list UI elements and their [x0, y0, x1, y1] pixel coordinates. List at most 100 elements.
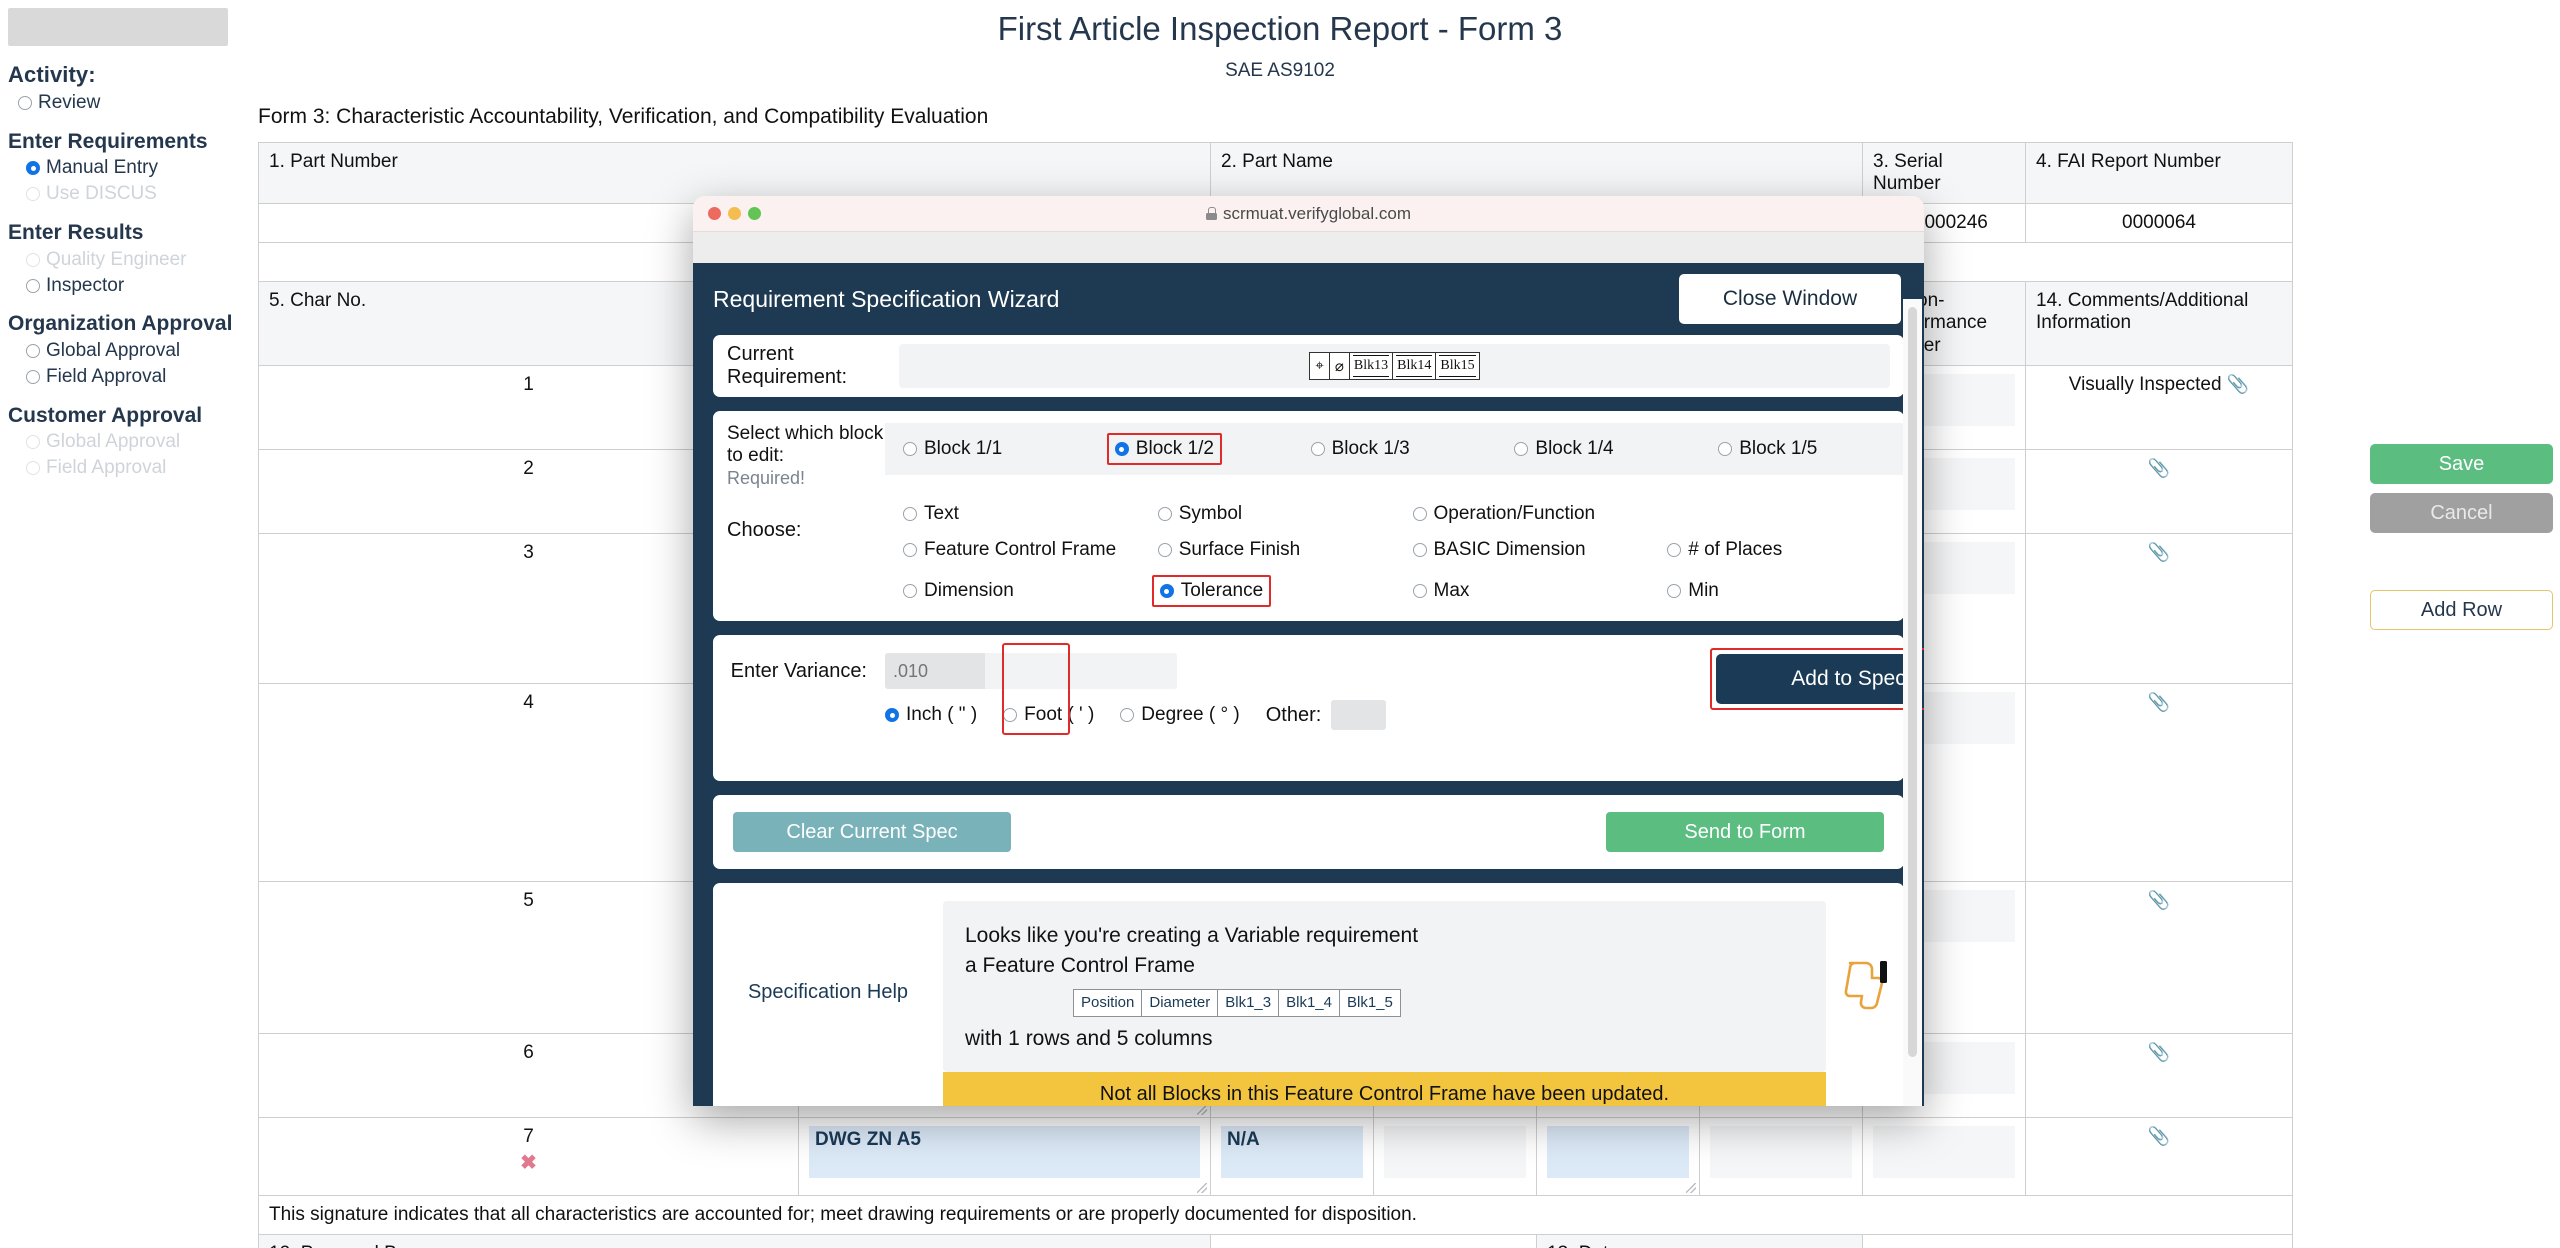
ref-location-input[interactable]: DWG ZN A5: [809, 1126, 1201, 1179]
close-window-button[interactable]: Close Window: [1679, 274, 1901, 324]
cell-requirement[interactable]: [1373, 1117, 1538, 1197]
radio-icon[interactable]: [1412, 584, 1427, 599]
radio-icon[interactable]: [903, 442, 917, 456]
type-option-symbol[interactable]: Symbol: [1140, 503, 1395, 525]
cell-comments[interactable]: 📎: [2025, 533, 2294, 685]
wizard-scrollbar-thumb[interactable]: [1908, 307, 1917, 1057]
paperclip-icon[interactable]: 📎: [2148, 1042, 2170, 1063]
sidebar-option-manual-entry[interactable]: Manual Entry: [8, 158, 236, 179]
cell-results[interactable]: [1536, 1117, 1701, 1197]
type-option-max[interactable]: Max: [1395, 575, 1650, 607]
add-to-spec-button[interactable]: Add to Spec: [1716, 654, 1924, 705]
sidebar-option-label: Review: [38, 92, 101, 113]
type-option-dimension[interactable]: Dimension: [885, 575, 1140, 607]
type-option-label: Operation/Function: [1433, 503, 1596, 525]
radio-icon[interactable]: [26, 369, 40, 384]
type-option-number-of-places[interactable]: # of Places: [1649, 539, 1904, 561]
radio-icon[interactable]: [18, 96, 32, 110]
requirement-input[interactable]: [1384, 1126, 1527, 1179]
add-row-button[interactable]: Add Row: [2370, 590, 2553, 630]
radio-icon[interactable]: [885, 708, 899, 723]
sidebar-option-review[interactable]: Review: [0, 92, 236, 114]
radio-icon[interactable]: [26, 161, 40, 176]
type-option-operation-function[interactable]: Operation/Function: [1395, 503, 1650, 525]
unit-option-inch[interactable]: Inch ( " ): [885, 704, 977, 726]
type-option-label: Surface Finish: [1178, 539, 1301, 561]
type-option-tolerance[interactable]: Tolerance: [1140, 575, 1395, 608]
type-option-min[interactable]: Min: [1649, 575, 1904, 607]
resize-grip-icon[interactable]: [1197, 1183, 1208, 1194]
cell-tooling[interactable]: [1699, 1117, 1864, 1197]
type-option-text[interactable]: Text: [885, 503, 1140, 525]
unit-option-degree[interactable]: Degree ( ° ): [1120, 704, 1240, 726]
type-option-basic-dimension[interactable]: BASIC Dimension: [1395, 539, 1650, 561]
unit-option-foot[interactable]: Foot ( ' ): [1003, 704, 1094, 726]
radio-icon[interactable]: [26, 344, 40, 358]
block-option-1-5[interactable]: Block 1/5: [1700, 438, 1904, 460]
paperclip-icon[interactable]: 📎: [2148, 1126, 2170, 1147]
cell-comments[interactable]: 📎: [2025, 1117, 2294, 1197]
nonconformance-input[interactable]: [1873, 1126, 2016, 1179]
radio-icon[interactable]: [1667, 584, 1682, 599]
paperclip-icon[interactable]: 📎: [2148, 692, 2170, 713]
block-option-1-2[interactable]: Block 1/2: [1089, 433, 1293, 465]
cell-comments[interactable]: Visually Inspected 📎: [2025, 365, 2294, 451]
cell-comments[interactable]: 📎: [2025, 683, 2294, 883]
type-option-surface-finish[interactable]: Surface Finish: [1140, 539, 1395, 561]
current-requirement-field[interactable]: ⌖ ⌀ Blk13 Blk14 Blk15: [899, 344, 1890, 388]
radio-icon[interactable]: [1667, 543, 1682, 558]
radio-icon[interactable]: [903, 584, 917, 599]
resize-grip-icon[interactable]: [1686, 1183, 1697, 1194]
block-option-1-3[interactable]: Block 1/3: [1293, 438, 1497, 460]
radio-icon[interactable]: [903, 507, 917, 522]
radio-icon[interactable]: [1157, 543, 1172, 558]
variance-input[interactable]: [885, 653, 985, 690]
variance-input-extension[interactable]: [985, 653, 1177, 690]
cell-comments[interactable]: 📎: [2025, 449, 2294, 535]
cell-nonconformance[interactable]: [1862, 1117, 2027, 1197]
sidebar-option-inspector[interactable]: Inspector: [8, 275, 236, 297]
type-option-feature-control-frame[interactable]: Feature Control Frame: [885, 539, 1140, 561]
radio-icon[interactable]: [1114, 442, 1129, 456]
cell-designator[interactable]: N/A: [1210, 1117, 1375, 1197]
send-to-form-button[interactable]: Send to Form: [1606, 812, 1884, 853]
block-option-1-4[interactable]: Block 1/4: [1496, 438, 1700, 460]
radio-icon[interactable]: [1310, 442, 1325, 456]
other-unit-input[interactable]: [1331, 700, 1387, 731]
cancel-button[interactable]: Cancel: [2370, 493, 2553, 533]
cell-ref-location[interactable]: DWG ZN A5: [797, 1117, 1212, 1197]
help-frame-cell-blk1-5: Blk1_5: [1346, 993, 1393, 1011]
radio-icon[interactable]: [1514, 442, 1529, 456]
designator-input[interactable]: N/A: [1221, 1126, 1364, 1179]
delete-row-icon[interactable]: ✖: [269, 1150, 788, 1175]
results-input[interactable]: [1547, 1126, 1690, 1179]
paperclip-icon[interactable]: 📎: [2148, 458, 2170, 479]
radio-icon[interactable]: [1157, 507, 1172, 522]
resize-grip-icon[interactable]: [1197, 1105, 1208, 1116]
sidebar-option-org-global-approval[interactable]: Global Approval: [8, 340, 236, 362]
radio-icon[interactable]: [1003, 708, 1018, 723]
cell-comments[interactable]: 📎: [2025, 881, 2294, 1035]
radio-icon[interactable]: [1159, 584, 1174, 599]
type-option-label: # of Places: [1688, 539, 1783, 561]
block-option-1-1[interactable]: Block 1/1: [885, 438, 1089, 460]
radio-icon[interactable]: [903, 543, 917, 558]
radio-icon[interactable]: [1412, 507, 1427, 522]
sidebar-option-label: Use DISCUS: [46, 183, 157, 205]
block-selector-row: Select which block to edit: Required! Bl…: [713, 423, 1904, 489]
clear-current-spec-button[interactable]: Clear Current Spec: [733, 812, 1011, 853]
paperclip-icon[interactable]: 📎: [2148, 542, 2170, 563]
cell-comments[interactable]: 📎: [2025, 1033, 2294, 1119]
tooling-input[interactable]: [1710, 1126, 1853, 1179]
sidebar-option-org-field-approval[interactable]: Field Approval: [8, 366, 236, 388]
browser-url-bar[interactable]: scrmuat.verifyglobal.com: [693, 204, 1924, 224]
save-button[interactable]: Save: [2370, 444, 2553, 484]
radio-icon[interactable]: [1412, 543, 1427, 558]
date-field[interactable]: [1862, 1234, 2294, 1248]
paperclip-icon[interactable]: 📎: [2148, 890, 2170, 911]
radio-icon[interactable]: [1120, 708, 1135, 723]
paperclip-icon[interactable]: 📎: [2227, 374, 2249, 395]
prepared-by-field[interactable]: [1210, 1234, 1538, 1248]
radio-icon[interactable]: [1718, 442, 1733, 456]
radio-icon[interactable]: [26, 278, 40, 293]
